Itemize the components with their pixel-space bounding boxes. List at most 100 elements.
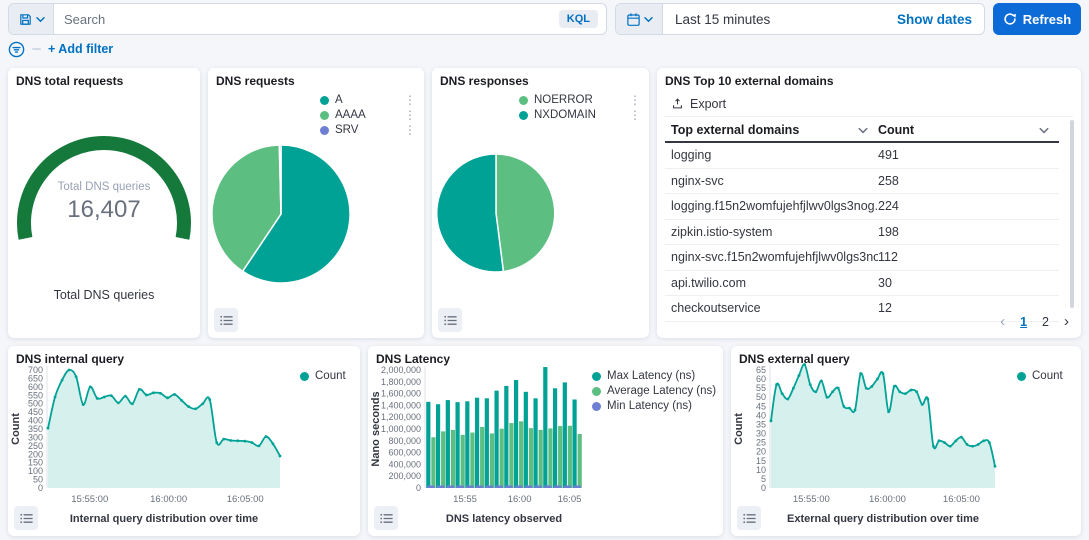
y-tick-label: 55 (756, 383, 766, 393)
legend-actions-menu-icon[interactable]: ⋮ (392, 94, 416, 106)
data-point (265, 435, 268, 438)
legend-item[interactable]: Count (1017, 370, 1075, 382)
legend-actions-menu-icon[interactable]: ⋮ (392, 124, 416, 136)
bar-avg-latency (558, 426, 562, 488)
data-point (921, 403, 924, 406)
refresh-button[interactable]: Refresh (993, 3, 1081, 35)
bar-max-latency (485, 398, 489, 488)
date-picker: Last 15 minutes Show dates (615, 3, 985, 35)
bar-max-latency (533, 398, 537, 488)
external-query-area-chart[interactable]: 0510152025303540455055606515:55:0016:00:… (731, 362, 1017, 536)
legend-toggle-button[interactable] (374, 506, 398, 530)
legend-item[interactable]: SRV ⋮ (320, 124, 416, 136)
data-point (272, 442, 275, 445)
cell-domain: nginx-svc (665, 174, 878, 188)
bar-max-latency (504, 386, 508, 488)
show-dates-link[interactable]: Show dates (897, 12, 972, 27)
data-point (82, 403, 85, 406)
gauge-value: 16,407 (8, 196, 200, 224)
data-point (977, 443, 980, 446)
panel-title: DNS requests (216, 74, 295, 88)
chart-body: 0510152025303540455055606515:55:0016:00:… (731, 362, 1081, 536)
data-point (859, 372, 862, 375)
internal-query-area-chart[interactable]: 0501001502002503003504004505005506006507… (8, 362, 300, 536)
data-point (870, 385, 873, 388)
kql-badge[interactable]: KQL (559, 10, 598, 28)
legend-label: SRV (335, 124, 358, 136)
legend-dot-icon (300, 372, 309, 381)
y-axis-title: Count (10, 413, 22, 445)
saved-query-button[interactable] (9, 4, 54, 34)
bar-max-latency (426, 402, 430, 488)
table-row: nginx-svc258 (665, 169, 1059, 195)
legend-item[interactable]: Average Latency (ns) (592, 385, 720, 397)
table-scrollbar[interactable] (1070, 120, 1074, 308)
bar-max-latency (455, 402, 459, 488)
bar-min-latency (564, 486, 572, 489)
column-header-domains[interactable]: Top external domains (665, 123, 878, 137)
data-point (131, 402, 134, 405)
data-point (960, 436, 963, 439)
chevron-down-icon (644, 16, 653, 23)
legend-item[interactable]: NOERROR⋮ (519, 94, 641, 106)
legend-item[interactable]: NXDOMAIN ⋮ (519, 109, 641, 121)
column-header-count[interactable]: Count (878, 123, 1059, 137)
legend-actions-menu-icon[interactable]: ⋮ (617, 94, 641, 106)
calendar-button[interactable] (616, 4, 663, 34)
legend-toggle-button[interactable] (14, 506, 38, 530)
data-point (954, 439, 957, 442)
data-point (781, 392, 784, 395)
data-point (187, 405, 190, 408)
data-point (258, 444, 261, 447)
legend-toggle-button[interactable] (438, 308, 462, 332)
legend-actions-menu-icon[interactable]: ⋮ (617, 109, 641, 121)
export-button[interactable]: Export (671, 97, 726, 111)
legend-item[interactable]: Count (300, 370, 358, 382)
data-point (876, 378, 879, 381)
legend-item[interactable]: A⋮ (320, 94, 416, 106)
table-row: nginx-svc.f15n2womfujehfjlwv0lgs3no...11… (665, 245, 1059, 271)
bar-min-latency (554, 486, 562, 489)
pagination-next-icon[interactable]: › (1064, 313, 1069, 330)
legend-actions-menu-icon[interactable]: ⋮ (392, 109, 416, 121)
legend-item[interactable]: Min Latency (ns) (592, 400, 720, 412)
panel-title: DNS responses (440, 74, 529, 88)
add-filter-link[interactable]: + Add filter (48, 42, 113, 56)
legend-item[interactable]: Max Latency (ns) (592, 370, 720, 382)
data-point (166, 396, 169, 399)
pagination-prev-icon[interactable]: ‹ (1000, 313, 1005, 330)
bar-min-latency (486, 486, 494, 489)
gauge-center-label: Total DNS queries (8, 181, 200, 193)
x-axis-title: External query distribution over time (787, 513, 979, 525)
legend-label: Count (315, 370, 346, 382)
bar-avg-latency (529, 428, 533, 488)
legend-label: Count (1032, 370, 1063, 382)
legend-label: NXDOMAIN (534, 109, 596, 121)
pagination-page-1[interactable]: 1 (1020, 315, 1027, 329)
column-header-label: Top external domains (671, 123, 799, 137)
filter-icon[interactable] (8, 41, 25, 58)
refresh-label: Refresh (1023, 12, 1071, 27)
cell-count: 112 (878, 250, 1059, 264)
chevron-down-icon (858, 127, 868, 134)
list-icon (380, 513, 393, 524)
dns-latency-bar-chart[interactable]: 0200,000400,000600,000800,0001,000,0001,… (368, 362, 592, 536)
cell-domain: nginx-svc.f15n2womfujehfjlwv0lgs3no... (665, 250, 878, 264)
y-tick-label: 1,000,000 (381, 424, 421, 434)
legend-toggle-button[interactable] (737, 506, 761, 530)
y-tick-label: 700 (28, 365, 43, 375)
data-point (809, 383, 812, 386)
bar-avg-latency (470, 433, 474, 488)
legend-toggle-button[interactable] (214, 308, 238, 332)
area-fill (771, 364, 995, 488)
data-point (68, 369, 71, 372)
table-body: logging491nginx-svc258logging.f15n2womfu… (665, 143, 1059, 322)
bar-avg-latency (441, 431, 445, 488)
bar-min-latency (505, 486, 513, 489)
search-input[interactable] (54, 12, 559, 27)
pie-slice-NOERROR[interactable] (496, 154, 555, 272)
legend-item[interactable]: AAAA⋮ (320, 109, 416, 121)
pagination-page-2[interactable]: 2 (1042, 315, 1049, 329)
pie-slice-NXDOMAIN[interactable] (437, 154, 504, 272)
time-range-value[interactable]: Last 15 minutes (663, 12, 897, 27)
